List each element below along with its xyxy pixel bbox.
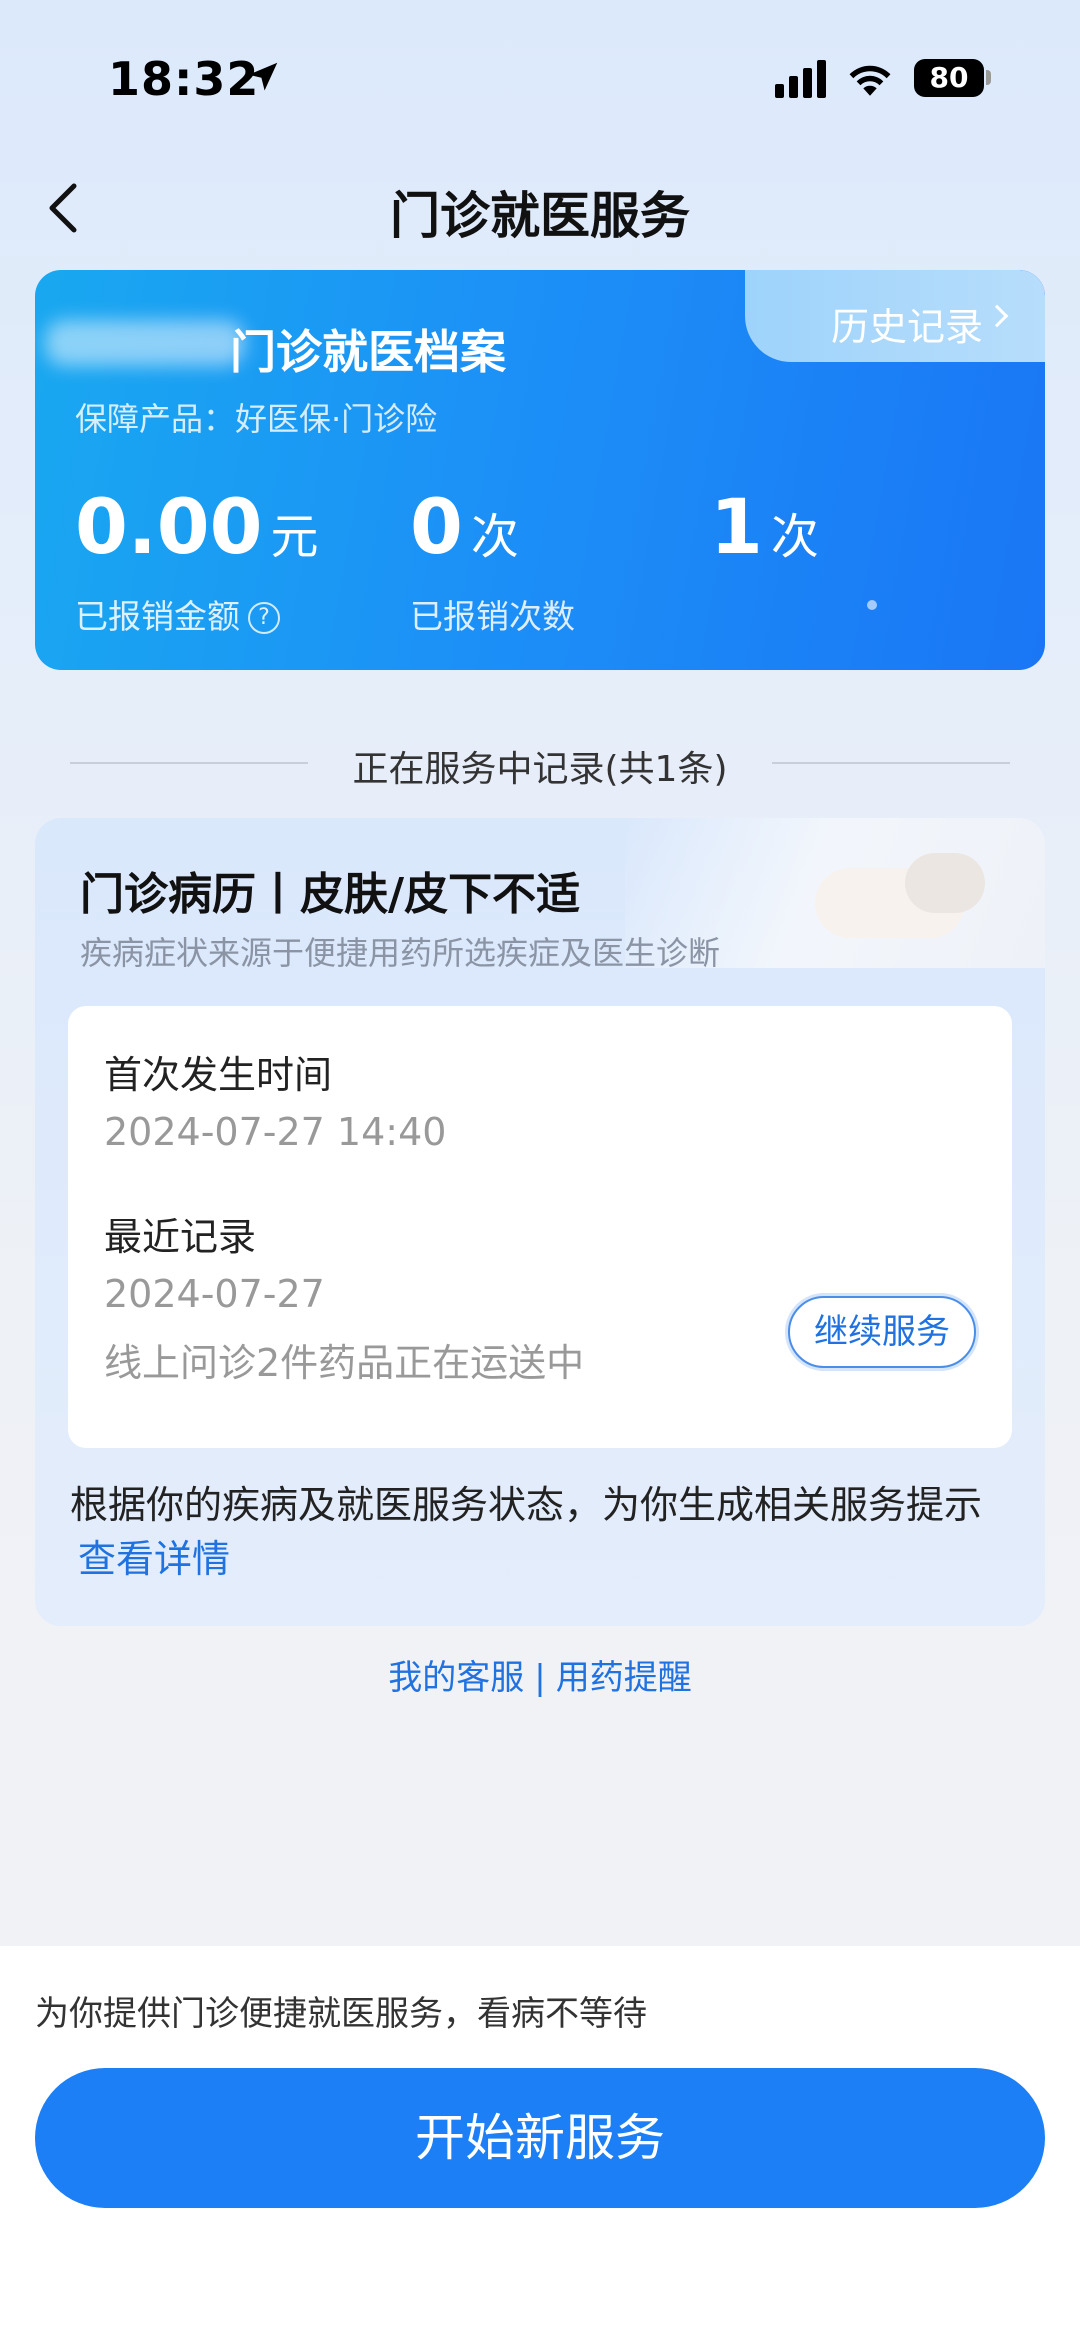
- summary-card: 历史记录 门诊就医档案 保障产品：好医保·门诊险 0.00 元 已报销金额? 0次…: [35, 270, 1045, 670]
- reimbursed-amount: 0.00 元: [75, 482, 319, 571]
- first-occurrence-label: 首次发生时间: [104, 1053, 333, 1097]
- stat-value: 1: [710, 482, 763, 571]
- chevron-right-icon: [985, 304, 1009, 328]
- recent-record-label: 最近记录: [104, 1215, 257, 1259]
- status-bar: 18:32 80: [0, 0, 1080, 150]
- battery-indicator: 80: [914, 59, 984, 97]
- history-tab[interactable]: 历史记录: [745, 270, 1045, 362]
- product-label: 保障产品：好医保·门诊险: [75, 400, 438, 438]
- stat-unit: 次: [770, 509, 819, 565]
- help-icon[interactable]: ?: [248, 602, 280, 634]
- record-detail-panel: 首次发生时间 2024-07-27 14:40 最近记录 2024-07-27 …: [68, 1006, 1012, 1448]
- battery-cap: [986, 70, 991, 85]
- record-title: 门诊病历丨皮肤/皮下不适: [80, 869, 581, 920]
- view-details-link[interactable]: 查看详情: [78, 1537, 230, 1581]
- recent-record-date: 2024-07-27: [104, 1272, 325, 1316]
- stat-unit: 次: [470, 509, 519, 565]
- start-new-service-button[interactable]: 开始新服务: [35, 2068, 1045, 2208]
- record-card: 门诊病历丨皮肤/皮下不适 疾病症状来源于便捷用药所选疾症及医生诊断 首次发生时间…: [35, 818, 1045, 1626]
- continue-service-button[interactable]: 继续服务: [788, 1296, 976, 1368]
- bottom-links: 我的客服 | 用药提醒: [0, 1650, 1080, 1699]
- wifi-icon: [849, 65, 891, 96]
- recent-record-desc: 线上问诊2件药品正在运送中: [104, 1341, 585, 1385]
- tip-text: 根据你的疾病及就医服务状态，为你生成相关服务提示: [70, 1483, 983, 1527]
- summary-title: 门诊就医档案: [230, 325, 506, 379]
- customer-service-link[interactable]: 我的客服: [388, 1658, 524, 1698]
- link-separator: |: [534, 1658, 546, 1698]
- record-subtitle: 疾病症状来源于便捷用药所选疾症及医生诊断: [80, 934, 721, 972]
- stat-label-amount: 已报销金额?: [75, 590, 280, 638]
- page-title: 门诊就医服务: [390, 187, 690, 245]
- stat-label: 已报销金额: [75, 597, 240, 636]
- location-arrow-icon: [248, 62, 278, 91]
- section-title: 正在服务中记录(共1条): [352, 749, 728, 790]
- stat-value: 0: [410, 482, 463, 571]
- footer-text: 为你提供门诊便捷就医服务，看病不等待: [35, 1994, 647, 2034]
- divider-right: [772, 762, 1010, 764]
- status-time: 18:32: [108, 52, 260, 106]
- footer: 为你提供门诊便捷就医服务，看病不等待 开始新服务: [0, 1946, 1080, 2341]
- decorative-dot: [867, 600, 877, 610]
- signal-icon: [775, 60, 826, 98]
- blurred-name: [45, 320, 245, 366]
- service-tip: 根据你的疾病及就医服务状态，为你生成相关服务提示查看详情: [70, 1478, 1020, 1586]
- reimbursed-count: 0次: [410, 482, 519, 571]
- stat-unit: 元: [270, 509, 319, 565]
- history-label: 历史记录: [830, 305, 983, 349]
- medication-reminder-link[interactable]: 用药提醒: [556, 1658, 692, 1698]
- first-occurrence-value: 2024-07-27 14:40: [104, 1110, 447, 1154]
- visit-count: 1次: [710, 482, 819, 571]
- illustration-hand: [905, 853, 985, 913]
- stat-value: 0.00: [75, 482, 263, 571]
- stat-label-count: 已报销次数: [410, 597, 575, 636]
